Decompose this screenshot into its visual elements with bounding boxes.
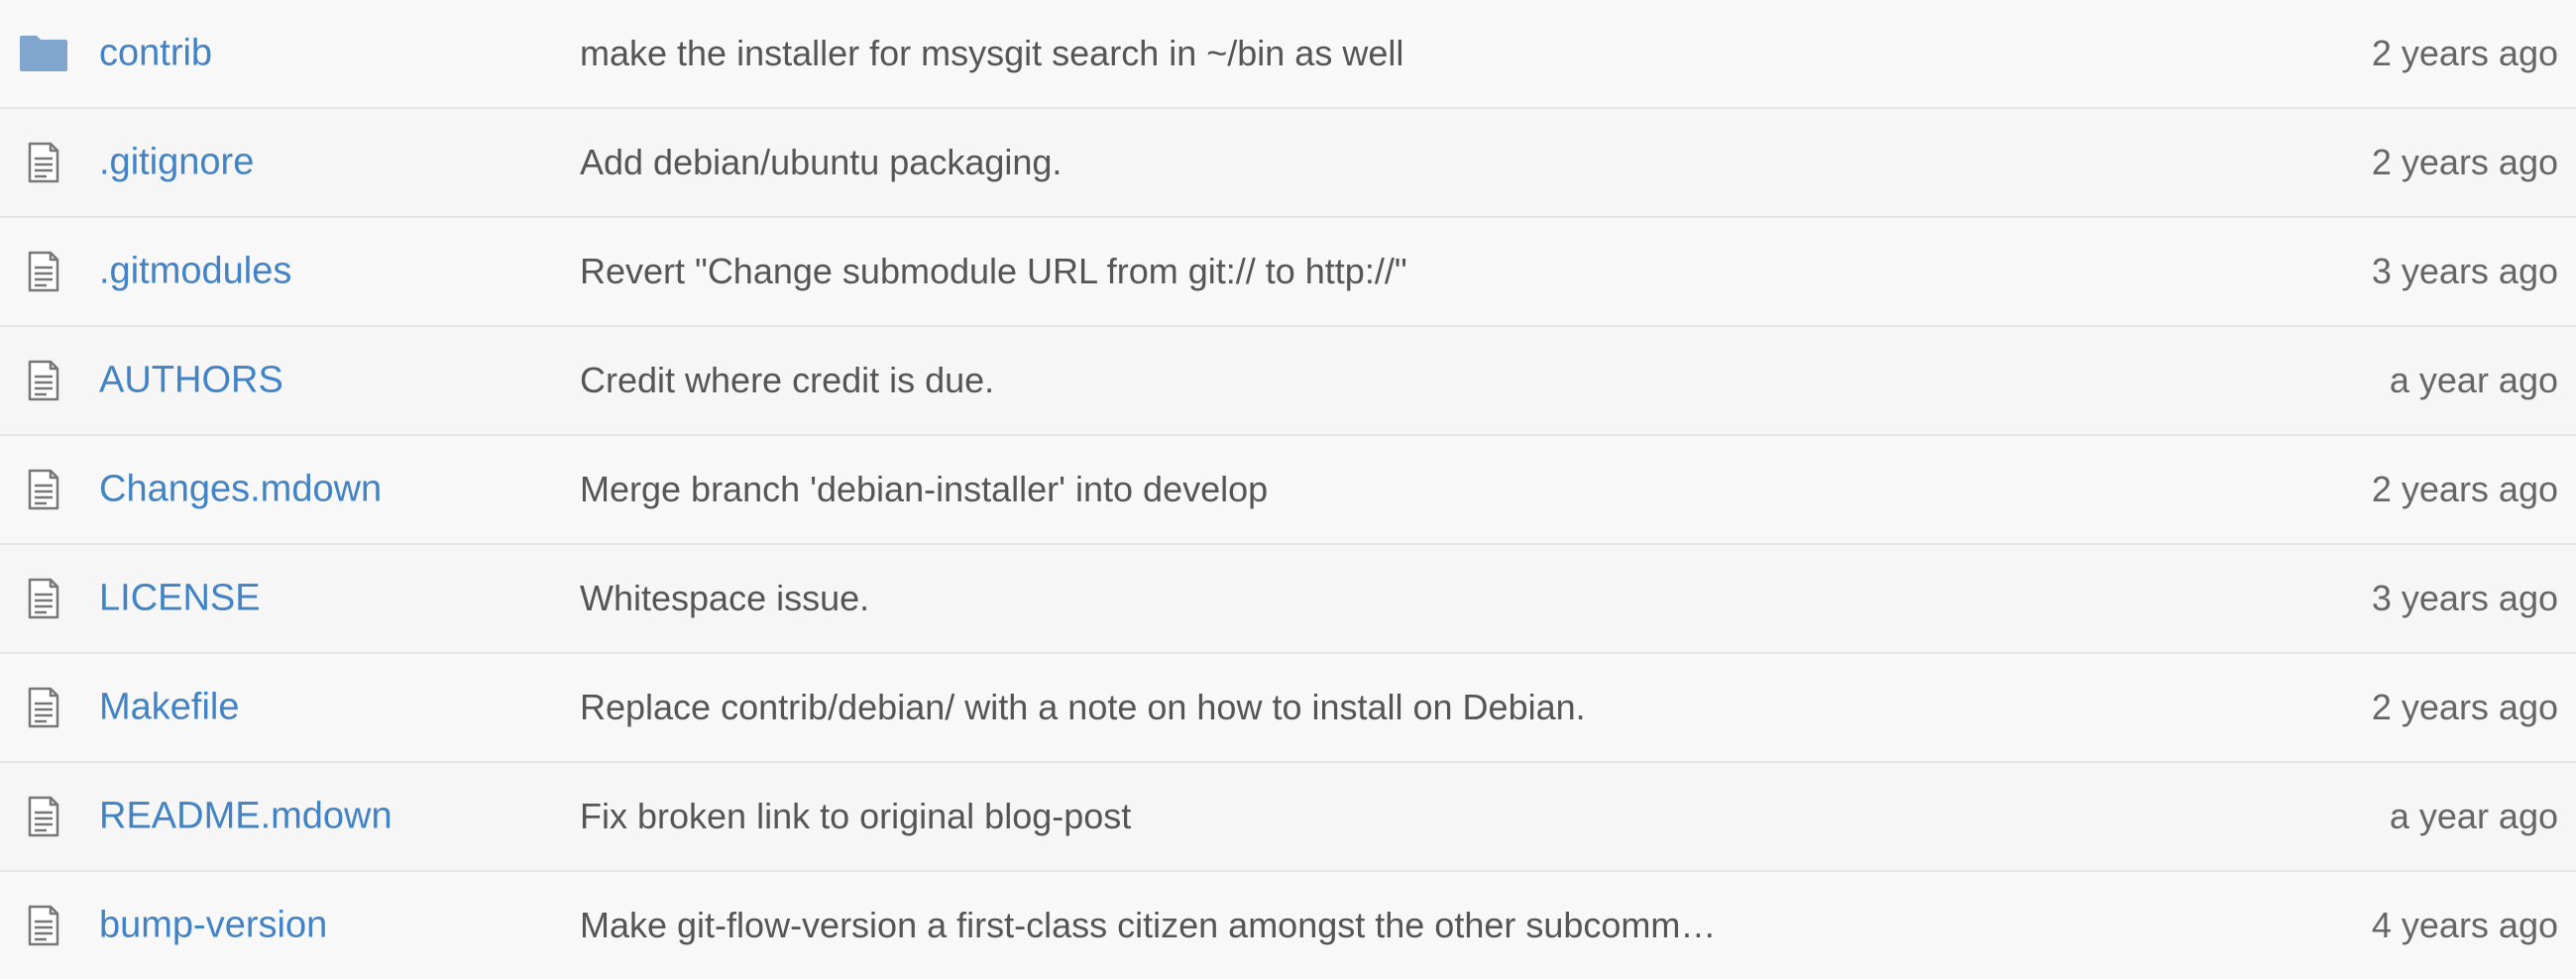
file-name-link[interactable]: .gitmodules <box>99 251 291 293</box>
file-listing-table: contrib make the installer for msysgit s… <box>0 0 2576 979</box>
file-row-bump-version[interactable]: bump-version Make git-flow-version a fir… <box>0 872 2576 979</box>
commit-age: 2 years ago <box>2371 687 2558 727</box>
file-row-changes-mdown[interactable]: Changes.mdown Merge branch 'debian-insta… <box>0 436 2576 545</box>
commit-message-link[interactable]: Whitespace issue. <box>580 578 869 619</box>
file-icon <box>16 466 71 513</box>
file-icon <box>16 902 71 949</box>
commit-message-link[interactable]: Credit where credit is due. <box>580 360 994 401</box>
file-name-link[interactable]: Makefile <box>99 687 240 729</box>
folder-icon <box>16 30 71 77</box>
file-name-link[interactable]: README.mdown <box>99 796 392 838</box>
commit-age: 2 years ago <box>2371 142 2558 182</box>
file-name-link[interactable]: .gitignore <box>99 142 254 184</box>
file-row-gitmodules[interactable]: .gitmodules Revert "Change submodule URL… <box>0 218 2576 327</box>
commit-message-link[interactable]: Replace contrib/debian/ with a note on h… <box>580 687 1586 728</box>
commit-message-link[interactable]: make the installer for msysgit search in… <box>580 33 1403 74</box>
file-row-readme-mdown[interactable]: README.mdown Fix broken link to original… <box>0 763 2576 872</box>
file-icon <box>16 575 71 622</box>
file-icon <box>16 139 71 186</box>
commit-message-link[interactable]: Make git-flow-version a first-class citi… <box>580 905 1716 946</box>
file-name-link[interactable]: bump-version <box>99 905 327 947</box>
file-name-link[interactable]: contrib <box>99 33 212 75</box>
commit-message-link[interactable]: Merge branch 'debian-installer' into dev… <box>580 469 1268 510</box>
commit-age: a year ago <box>2389 360 2558 400</box>
commit-age: 2 years ago <box>2371 33 2558 73</box>
file-name-link[interactable]: LICENSE <box>99 578 261 620</box>
file-name-link[interactable]: Changes.mdown <box>99 469 382 511</box>
file-row-gitignore[interactable]: .gitignore Add debian/ubuntu packaging. … <box>0 109 2576 218</box>
file-icon <box>16 793 71 840</box>
file-icon <box>16 248 71 295</box>
file-icon <box>16 357 71 404</box>
commit-age: 4 years ago <box>2371 905 2558 945</box>
commit-message-link[interactable]: Revert "Change submodule URL from git://… <box>580 251 1407 292</box>
file-row-authors[interactable]: AUTHORS Credit where credit is due. a ye… <box>0 327 2576 436</box>
file-icon <box>16 684 71 731</box>
commit-message-link[interactable]: Fix broken link to original blog-post <box>580 796 1131 837</box>
file-row-contrib[interactable]: contrib make the installer for msysgit s… <box>0 0 2576 109</box>
commit-age: 3 years ago <box>2371 251 2558 291</box>
commit-age: 3 years ago <box>2371 578 2558 618</box>
file-row-license[interactable]: LICENSE Whitespace issue. 3 years ago <box>0 545 2576 654</box>
commit-age: 2 years ago <box>2371 469 2558 509</box>
commit-message-link[interactable]: Add debian/ubuntu packaging. <box>580 142 1062 183</box>
file-name-link[interactable]: AUTHORS <box>99 360 283 402</box>
file-row-makefile[interactable]: Makefile Replace contrib/debian/ with a … <box>0 654 2576 763</box>
commit-age: a year ago <box>2389 796 2558 836</box>
